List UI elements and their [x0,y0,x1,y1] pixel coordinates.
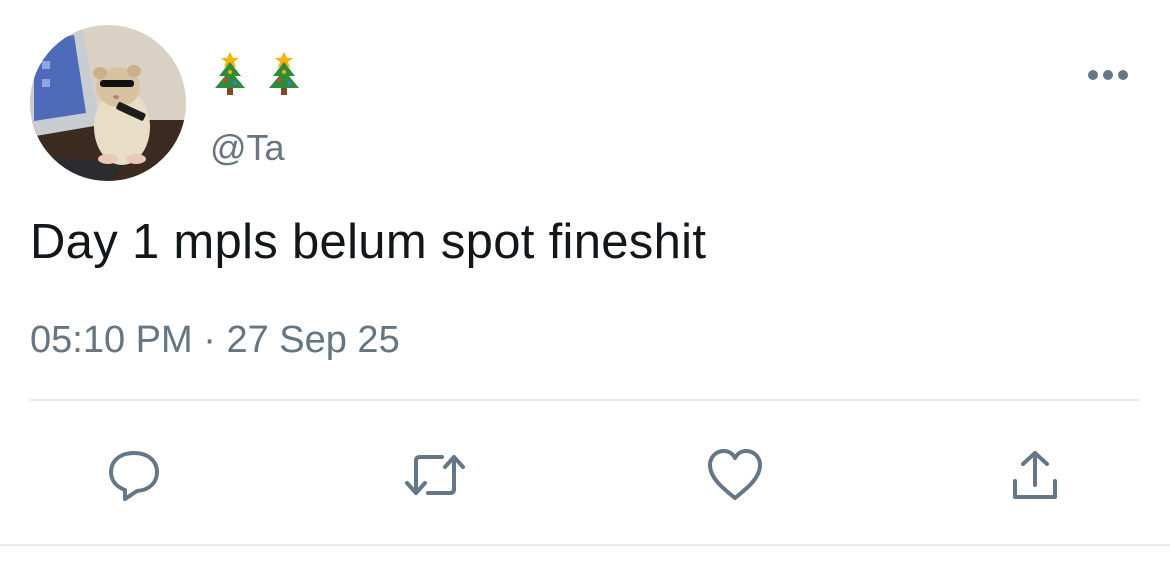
retweet-icon [405,455,465,495]
reply-button[interactable] [99,440,169,510]
like-button[interactable] [700,440,770,510]
user-handle[interactable]: @Ta [210,128,285,168]
more-options-button[interactable] [1086,64,1130,86]
avatar-image [30,25,186,181]
avatar[interactable] [30,25,186,181]
bottom-divider [0,544,1170,546]
action-bar [0,440,1170,510]
share-button[interactable] [1000,440,1070,510]
share-icon [1013,451,1057,499]
tweet-card: @Ta Day 1 mpls belum spot fineshit 05:10… [0,0,1170,564]
divider [30,399,1140,401]
display-name[interactable] [212,52,302,96]
tweet-text: Day 1 mpls belum spot fineshit [30,215,707,269]
reply-icon [109,451,159,501]
ellipsis-icon [1088,70,1128,80]
meta-separator: · [203,319,216,361]
heart-icon [708,449,762,500]
tweet-date: 27 Sep 25 [226,319,400,361]
retweet-button[interactable] [400,440,470,510]
christmas-tree-emoji-icon [269,52,299,95]
tweet-timestamp[interactable]: 05:10 PM · 27 Sep 25 [30,316,400,364]
christmas-tree-emoji-icon [215,52,245,95]
tweet-time: 05:10 PM [30,319,193,361]
